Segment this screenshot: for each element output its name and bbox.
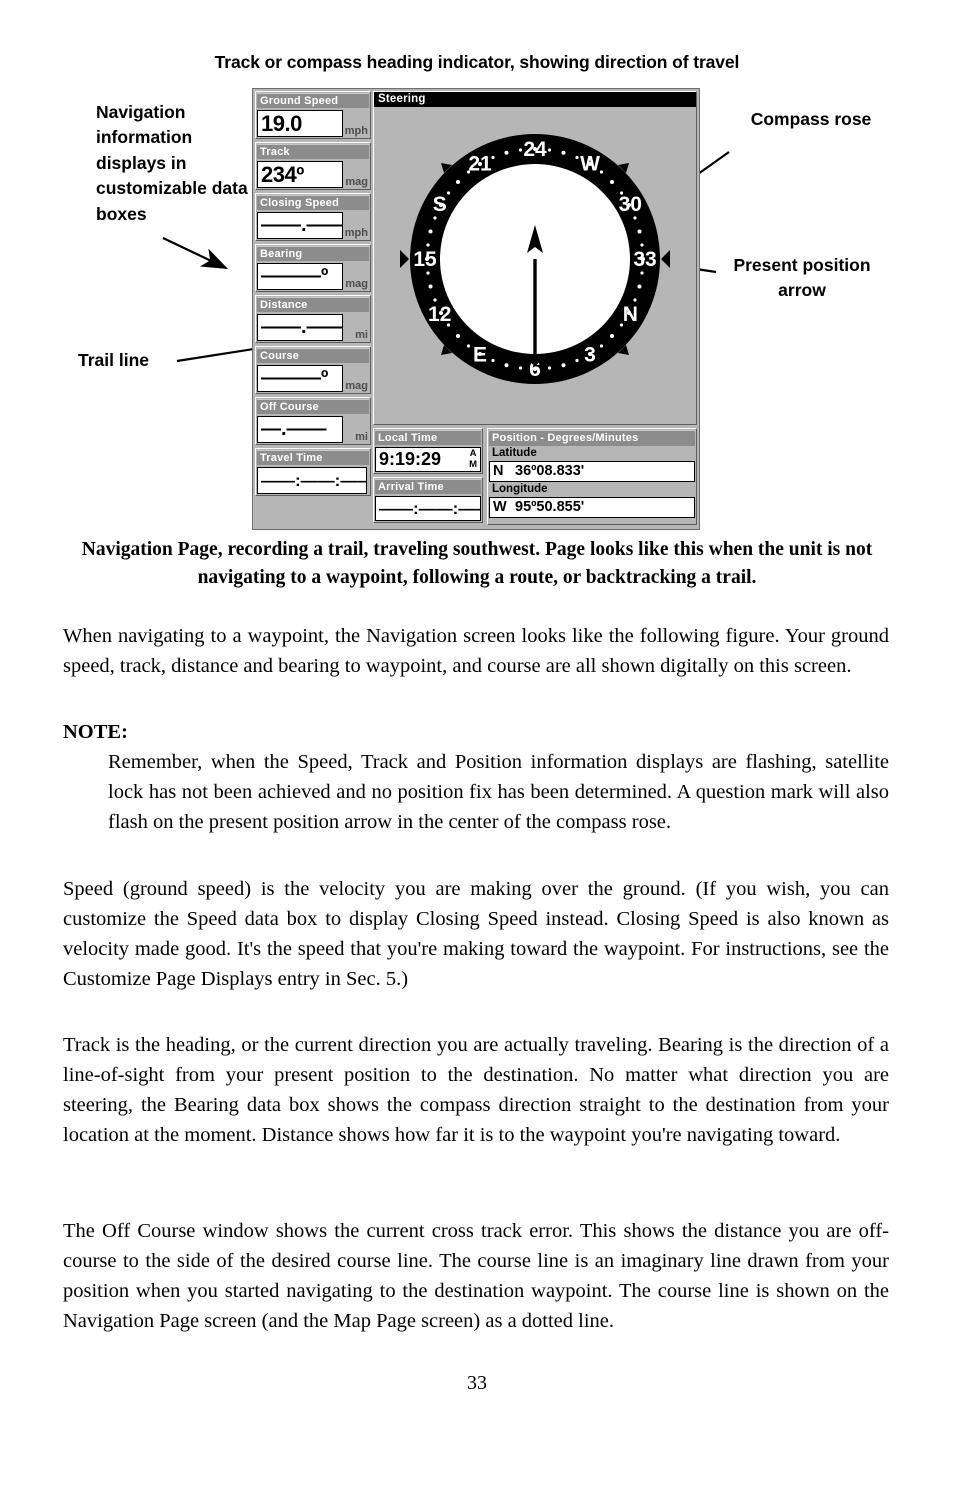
data-box-local-time[interactable]: Local Time 9:19:29 A M xyxy=(373,428,483,474)
data-box-unit: mph xyxy=(344,227,368,239)
longitude-value: 95º50.855' xyxy=(515,499,585,515)
data-box-value: ——.—— xyxy=(257,212,343,239)
data-box-body: ———º mag xyxy=(257,365,369,392)
data-box-track[interactable]: Track 234º mag xyxy=(255,142,371,190)
compass-label: E xyxy=(473,343,487,366)
local-time-value-wrap: 9:19:29 A M xyxy=(375,447,481,472)
local-time-value: 9:19:29 xyxy=(379,449,442,469)
longitude-label: Longitude xyxy=(492,483,548,495)
data-box-unit: mag xyxy=(345,176,368,188)
data-box-ground-speed[interactable]: Ground Speed 19.0 mph xyxy=(255,91,371,139)
time-box-column: Local Time 9:19:29 A M Arrival Time ——:—… xyxy=(373,428,483,526)
data-box-course[interactable]: Course ———º mag xyxy=(255,346,371,394)
data-box-arrival-time[interactable]: Arrival Time ——:——:—— xyxy=(373,477,483,523)
data-box-value: ——:——:—— xyxy=(257,467,367,494)
data-box-title: Travel Time xyxy=(257,450,369,465)
data-box-value: —.—— xyxy=(257,416,343,443)
callout-trail-line: Trail line xyxy=(78,350,149,370)
data-box-title: Track xyxy=(257,144,369,159)
note-paragraph: Remember, when the Speed, Track and Posi… xyxy=(108,751,889,833)
data-box-off-course[interactable]: Off Course —.—— mi xyxy=(255,397,371,445)
meridiem-line-1: A xyxy=(469,448,477,459)
data-box-title: Ground Speed xyxy=(257,93,369,108)
data-box-closing-speed[interactable]: Closing Speed ——.—— mph xyxy=(255,193,371,241)
data-box-value: ——.—— xyxy=(257,314,343,341)
latitude-hemisphere: N xyxy=(493,463,504,479)
compass-label: 21 xyxy=(468,153,492,176)
gps-navigation-screen: Ground Speed 19.0 mph Track 234º mag Clo… xyxy=(252,88,700,530)
data-box-title: Closing Speed xyxy=(257,195,369,210)
compass-rose-area: 24 W 30 33 N 3 6 E 12 15 S 21 xyxy=(374,107,696,424)
compass-label: 15 xyxy=(413,248,437,271)
compass-label: N xyxy=(623,303,638,326)
data-box-title: Arrival Time xyxy=(375,479,481,494)
latitude-label: Latitude xyxy=(492,447,537,459)
data-box-unit: mi xyxy=(355,329,368,341)
longitude-hemisphere: W xyxy=(493,499,507,515)
compass-label: 12 xyxy=(428,303,451,326)
data-box-body: ——.—— mi xyxy=(257,314,369,341)
body-paragraph-3: Track is the heading, or the current dir… xyxy=(63,1034,889,1146)
arrival-time-value: ——:——:—— xyxy=(375,496,481,521)
longitude-value-wrap: W 95º50.855' xyxy=(489,497,695,518)
body-paragraph-2: Speed (ground speed) is the velocity you… xyxy=(63,878,889,990)
data-box-value: 19.0 xyxy=(257,110,343,137)
data-box-body: ——:——:—— xyxy=(257,467,369,494)
meridiem-indicator: A M xyxy=(469,448,477,470)
data-box-value: 234º xyxy=(257,161,343,188)
latitude-value-wrap: N 36º08.833' xyxy=(489,461,695,482)
callout-data-boxes: Navigation information displays in custo… xyxy=(96,102,248,224)
data-box-travel-time[interactable]: Travel Time ——:——:—— xyxy=(255,448,371,496)
data-box-column-left: Ground Speed 19.0 mph Track 234º mag Clo… xyxy=(255,91,371,499)
compass-label: 33 xyxy=(633,248,656,271)
data-box-unit: mph xyxy=(344,125,368,137)
body-paragraph-4: The Off Course window shows the current … xyxy=(63,1220,889,1332)
data-box-value: ———º xyxy=(257,263,343,290)
data-box-unit: mag xyxy=(345,380,368,392)
data-box-title: Local Time xyxy=(375,430,481,445)
page-number: 33 xyxy=(467,1372,487,1394)
data-box-bearing[interactable]: Bearing ———º mag xyxy=(255,244,371,292)
figure-caption: Navigation Page, recording a trail, trav… xyxy=(81,539,873,588)
data-box-body: 19.0 mph xyxy=(257,110,369,137)
data-box-distance[interactable]: Distance ——.—— mi xyxy=(255,295,371,343)
figure-title: Track or compass heading indicator, show… xyxy=(214,52,740,72)
compass-label: 3 xyxy=(584,343,596,366)
callout-compass-rose: Compass rose xyxy=(750,109,872,129)
meridiem-line-2: M xyxy=(469,459,477,470)
steering-panel[interactable]: Steering 24 W 30 33 N 3 6 E 12 15 S 21 xyxy=(373,91,697,425)
data-box-value: ———º xyxy=(257,365,343,392)
compass-label: 30 xyxy=(619,193,642,216)
data-box-title: Off Course xyxy=(257,399,369,414)
data-box-title: Bearing xyxy=(257,246,369,261)
compass-label: W xyxy=(580,153,600,176)
data-box-unit: mi xyxy=(355,431,368,443)
bottom-data-row: Local Time 9:19:29 A M Arrival Time ——:—… xyxy=(373,428,697,527)
data-box-position[interactable]: Position - Degrees/Minutes Latitude N 36º… xyxy=(487,428,697,525)
position-box-title: Position - Degrees/Minutes xyxy=(489,430,695,446)
leader-data-boxes xyxy=(162,237,228,269)
steering-panel-title: Steering xyxy=(374,92,696,107)
body-paragraph-1: When navigating to a waypoint, the Navig… xyxy=(63,625,889,677)
data-box-body: —.—— mi xyxy=(257,416,369,443)
data-box-body: ——.—— mph xyxy=(257,212,369,239)
compass-label: S xyxy=(433,193,447,216)
data-box-title: Course xyxy=(257,348,369,363)
compass-label: 24 xyxy=(523,138,547,161)
data-box-unit: mag xyxy=(345,278,368,290)
note-heading: NOTE: xyxy=(63,721,128,743)
compass-rose-graphic: 24W3033N36E1215S21 xyxy=(400,134,670,384)
data-box-body: 234º mag xyxy=(257,161,369,188)
data-box-body: ———º mag xyxy=(257,263,369,290)
data-box-title: Distance xyxy=(257,297,369,312)
callout-present-position-arrow: Present position arrow xyxy=(733,255,871,301)
latitude-value: 36º08.833' xyxy=(515,463,585,479)
